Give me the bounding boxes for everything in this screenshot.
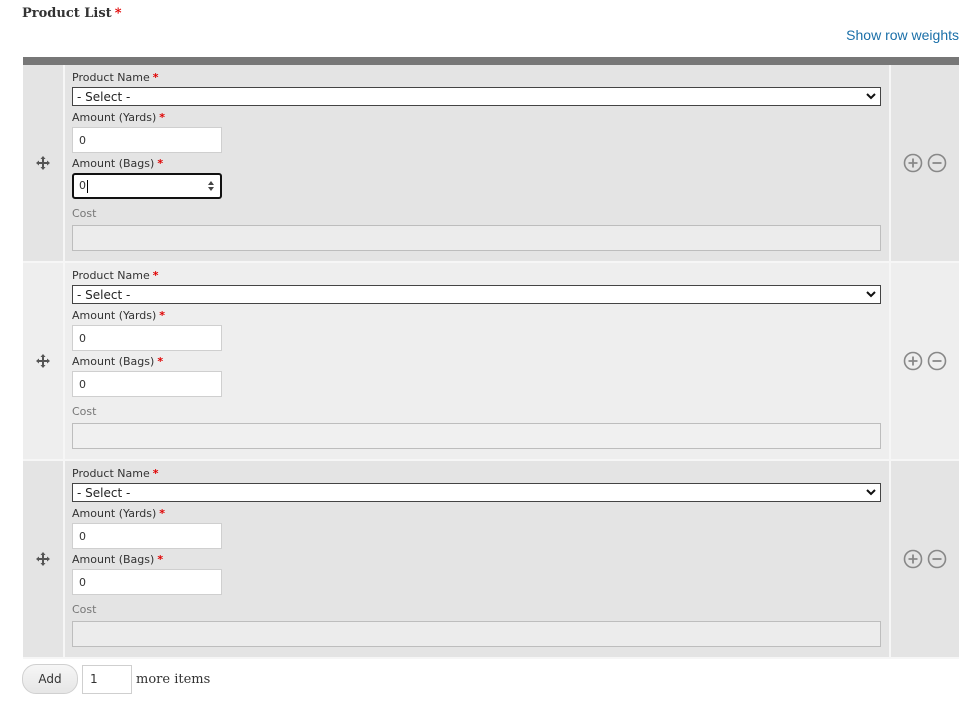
- yards-input[interactable]: 0: [72, 325, 222, 351]
- cost-input: [72, 621, 881, 647]
- plus-circle-icon[interactable]: [903, 549, 923, 569]
- yards-label: Amount (Yards) *: [72, 111, 166, 124]
- show-row-weights-link[interactable]: Show row weights: [846, 27, 959, 43]
- chevron-down-icon: [866, 489, 876, 496]
- product-name-label: Product Name *: [72, 467, 159, 480]
- cost-label: Cost: [72, 603, 97, 616]
- add-more-controls: Add 1 more items: [22, 664, 210, 694]
- field-title-text: Product List: [22, 6, 112, 21]
- add-row-button[interactable]: [903, 351, 923, 371]
- row-fields: Product Name * - Select - Amount (Yards) *…: [65, 263, 891, 459]
- table-row: Product Name * - Select - Amount (Yards) *…: [23, 461, 959, 659]
- product-name-select[interactable]: - Select -: [72, 87, 881, 106]
- bags-input[interactable]: 0: [72, 569, 222, 595]
- product-name-select[interactable]: - Select -: [72, 285, 881, 304]
- product-name-value: - Select -: [77, 287, 131, 302]
- yards-input[interactable]: 0: [72, 127, 222, 153]
- minus-circle-icon[interactable]: [927, 351, 947, 371]
- spin-arrows-icon[interactable]: [207, 180, 215, 192]
- row-fields: Product Name * - Select - Amount (Yards) *…: [65, 461, 891, 657]
- minus-circle-icon[interactable]: [927, 153, 947, 173]
- row-operations: [891, 461, 959, 657]
- cost-input: [72, 423, 881, 449]
- bags-input[interactable]: 0: [72, 371, 222, 397]
- yards-label: Amount (Yards) *: [72, 309, 166, 322]
- yards-label: Amount (Yards) *: [72, 507, 166, 520]
- chevron-down-icon: [866, 291, 876, 298]
- bags-label: Amount (Bags) *: [72, 355, 164, 368]
- product-name-label: Product Name *: [72, 269, 159, 282]
- drag-handle-icon[interactable]: [36, 354, 50, 368]
- drag-handle[interactable]: [23, 263, 65, 459]
- more-items-label: more items: [136, 671, 211, 687]
- bags-label: Amount (Bags) *: [72, 553, 164, 566]
- item-count-input[interactable]: 1: [82, 664, 132, 694]
- plus-circle-icon[interactable]: [903, 351, 923, 371]
- chevron-down-icon: [866, 93, 876, 100]
- cost-label: Cost: [72, 405, 97, 418]
- drag-handle[interactable]: [23, 461, 65, 657]
- bags-label: Amount (Bags) *: [72, 157, 164, 170]
- drag-handle-icon[interactable]: [36, 156, 50, 170]
- drag-handle[interactable]: [23, 65, 65, 261]
- product-name-value: - Select -: [77, 485, 131, 500]
- product-name-select[interactable]: - Select -: [72, 483, 881, 502]
- drag-handle-icon[interactable]: [36, 552, 50, 566]
- cost-input: [72, 225, 881, 251]
- remove-row-button[interactable]: [927, 153, 947, 173]
- table-row: Product Name * - Select - Amount (Yards) *…: [23, 65, 959, 263]
- minus-circle-icon[interactable]: [927, 549, 947, 569]
- table-row: Product Name * - Select - Amount (Yards) *…: [23, 263, 959, 461]
- row-fields: Product Name * - Select - Amount (Yards) *…: [65, 65, 891, 261]
- product-name-value: - Select -: [77, 89, 131, 104]
- product-list-table: Product Name * - Select - Amount (Yards) *…: [23, 57, 959, 659]
- required-marker: *: [114, 6, 122, 21]
- add-row-button[interactable]: [903, 153, 923, 173]
- add-row-button[interactable]: [903, 549, 923, 569]
- yards-input[interactable]: 0: [72, 523, 222, 549]
- row-operations: [891, 263, 959, 459]
- row-operations: [891, 65, 959, 261]
- plus-circle-icon[interactable]: [903, 153, 923, 173]
- remove-row-button[interactable]: [927, 351, 947, 371]
- bags-input[interactable]: 0: [72, 173, 222, 199]
- table-header-bar: [23, 57, 959, 65]
- cost-label: Cost: [72, 207, 97, 220]
- product-name-label: Product Name *: [72, 71, 159, 84]
- add-items-button[interactable]: Add: [22, 664, 78, 694]
- field-title: Product List *: [22, 6, 122, 21]
- remove-row-button[interactable]: [927, 549, 947, 569]
